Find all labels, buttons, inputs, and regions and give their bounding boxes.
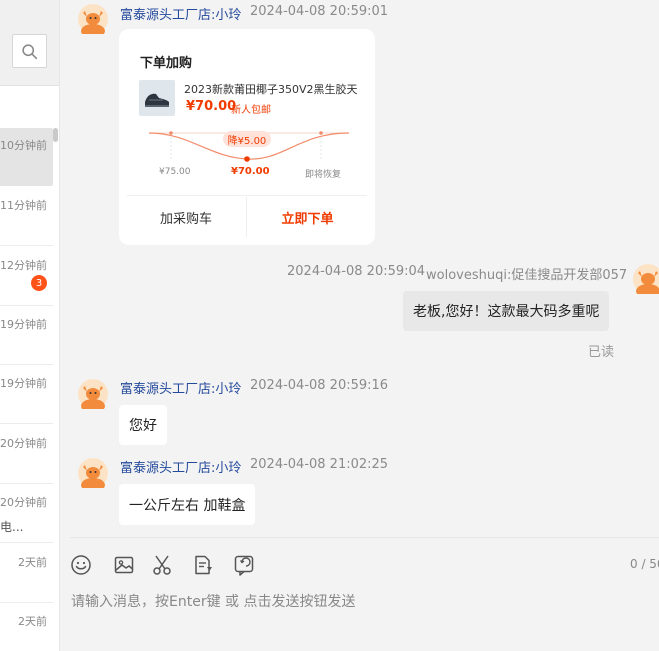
- product-tag: 新人包邮: [231, 105, 271, 116]
- conversation-item[interactable]: 19分钟前: [0, 366, 53, 424]
- search-button[interactable]: [12, 34, 47, 68]
- price-point: [244, 156, 250, 162]
- conversation-time: 20分钟前: [0, 437, 47, 450]
- conversation-time: 2天前: [18, 556, 47, 569]
- sender-name[interactable]: 富泰源头工厂店:小玲: [120, 4, 241, 23]
- conversation-list-header: [0, 0, 59, 86]
- price-point: [169, 131, 173, 135]
- conversation-item[interactable]: 2天前: [0, 545, 53, 603]
- history-icon: [234, 555, 254, 576]
- seller-avatar-icon: [78, 4, 108, 34]
- message-time: 2024-04-08 20:59:16: [250, 378, 389, 393]
- price-drop-tag: 降¥5.00: [223, 131, 271, 147]
- search-icon: [22, 43, 38, 59]
- order-now-button[interactable]: 立即下单: [248, 197, 367, 237]
- conversation-item[interactable]: 2天前: [0, 604, 53, 651]
- price-point-label: ¥75.00: [159, 167, 191, 177]
- conversation-time: 2天前: [18, 615, 47, 628]
- conversation-time: 20分钟前: [0, 496, 47, 509]
- sender-name[interactable]: 富泰源头工厂店:小玲: [120, 378, 241, 397]
- conversation-snippet: 电...: [0, 520, 24, 534]
- conversation-time: 12分钟前: [0, 259, 47, 272]
- emoji-icon: [71, 555, 91, 575]
- message-time: 2024-04-08 21:02:25: [250, 457, 389, 472]
- conversation-time: 19分钟前: [0, 377, 47, 390]
- card-divider: [127, 195, 367, 196]
- emoji-button[interactable]: [70, 554, 92, 576]
- image-icon: [114, 556, 134, 574]
- conversation-item[interactable]: 20分钟前: [0, 426, 53, 484]
- image-button[interactable]: [113, 554, 135, 576]
- seller-avatar-icon: [78, 379, 108, 409]
- order-card-title: 下单加购: [140, 56, 193, 71]
- card-divider: [246, 197, 247, 237]
- conversation-item[interactable]: 11分钟前: [0, 188, 53, 246]
- conversation-list: 10分钟前 11分钟前 12分钟前 3 19分钟前 19分钟前 20分钟前 20…: [0, 0, 60, 651]
- document-icon: [195, 555, 212, 575]
- read-status: 已读: [588, 345, 615, 360]
- conversation-time: 19分钟前: [0, 318, 47, 331]
- conversation-item[interactable]: 19分钟前: [0, 307, 53, 365]
- message-bubble[interactable]: 您好: [119, 405, 167, 445]
- message-list[interactable]: 富泰源头工厂店:小玲 2024-04-08 20:59:01 下单加购 2023…: [61, 0, 659, 540]
- message-time: 2024-04-08 20:59:04: [287, 264, 426, 279]
- unread-badge: 3: [31, 275, 47, 291]
- seller-avatar-icon: [78, 458, 108, 488]
- composer-divider: [70, 537, 659, 538]
- message-bubble[interactable]: 一公斤左右 加鞋盒: [119, 484, 256, 525]
- conversation-time: 11分钟前: [0, 199, 47, 212]
- conversation-list-scrollbar[interactable]: [53, 128, 58, 142]
- conversation-time: 10分钟前: [0, 139, 47, 152]
- character-counter: 0 / 500: [630, 557, 659, 571]
- message-bubble[interactable]: 老板,您好！这款最大码多重呢: [403, 291, 610, 331]
- product-price: ¥70.00: [186, 99, 237, 114]
- conversation-item[interactable]: 12分钟前 3: [0, 248, 53, 306]
- conversation-item[interactable]: 10分钟前: [0, 128, 53, 186]
- message-time: 2024-04-08 20:59:01: [250, 4, 389, 19]
- product-name[interactable]: 2023新款莆田椰子350V2黑生胶天: [184, 81, 359, 97]
- chat-window: 10分钟前 11分钟前 12分钟前 3 19分钟前 19分钟前 20分钟前 20…: [0, 0, 659, 651]
- history-button[interactable]: [233, 554, 255, 576]
- conversation-item[interactable]: 20分钟前 电...: [0, 485, 53, 543]
- scissors-icon: [153, 555, 171, 575]
- quick-phrase-button[interactable]: [192, 554, 214, 576]
- price-point: [319, 131, 323, 135]
- user-avatar-icon: [633, 264, 659, 294]
- price-point-label: ¥70.00: [231, 166, 270, 177]
- sender-name[interactable]: woloveshuqi:促佳搜品开发部057: [426, 264, 627, 283]
- add-to-cart-button[interactable]: 加采购车: [127, 197, 245, 237]
- price-point-label: 即将恢复: [305, 170, 342, 180]
- order-card: 下单加购 2023新款莆田椰子350V2黑生胶天 ¥70.00 新人包邮 降¥5…: [119, 29, 375, 245]
- message-input[interactable]: 请输入消息，按Enter键 或 点击发送按钮发送: [71, 591, 355, 611]
- product-image[interactable]: [139, 80, 175, 116]
- shoe-icon: [139, 80, 175, 116]
- sender-name[interactable]: 富泰源头工厂店:小玲: [120, 457, 241, 476]
- screenshot-button[interactable]: [151, 554, 173, 576]
